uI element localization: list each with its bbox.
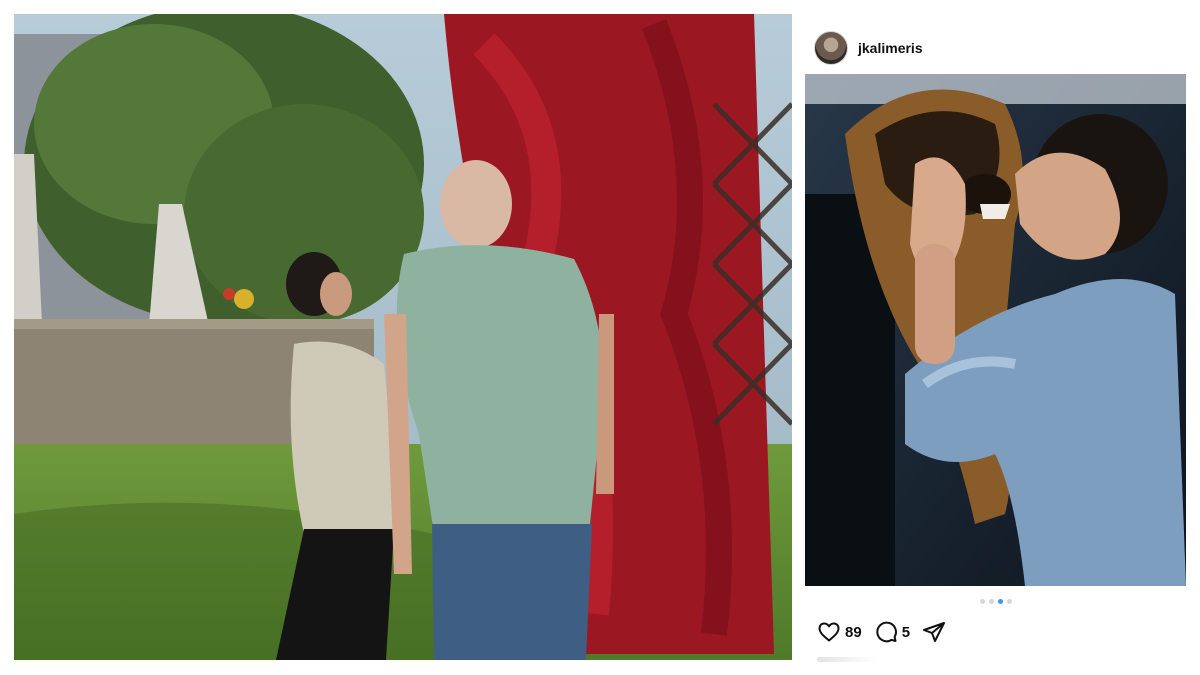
post-actions: 89 5	[817, 618, 958, 646]
comment-action[interactable]: 5	[874, 620, 910, 644]
comment-icon[interactable]	[874, 620, 898, 644]
username[interactable]: jkalimeris	[858, 40, 923, 56]
like-count: 89	[845, 623, 862, 641]
post-header: jkalimeris	[805, 28, 1186, 68]
garden-photo-art	[14, 14, 792, 660]
comment-count: 5	[901, 623, 911, 641]
post-image-art	[805, 74, 1186, 586]
post-image[interactable]	[805, 74, 1186, 586]
social-post: jkalimeris 89 5	[805, 14, 1186, 662]
garden-photo	[14, 14, 792, 660]
carousel-dot[interactable]	[988, 599, 994, 604]
like-action[interactable]: 89	[817, 620, 862, 644]
carousel-indicator	[805, 599, 1186, 604]
share-action[interactable]	[922, 620, 946, 644]
heart-icon[interactable]	[817, 620, 841, 644]
carousel-dot[interactable]	[979, 599, 985, 604]
carousel-dot-active[interactable]	[997, 599, 1003, 604]
carousel-dot[interactable]	[1006, 599, 1012, 604]
user-avatar[interactable]	[814, 31, 848, 65]
caption-placeholder	[817, 657, 877, 662]
share-icon[interactable]	[922, 620, 946, 644]
